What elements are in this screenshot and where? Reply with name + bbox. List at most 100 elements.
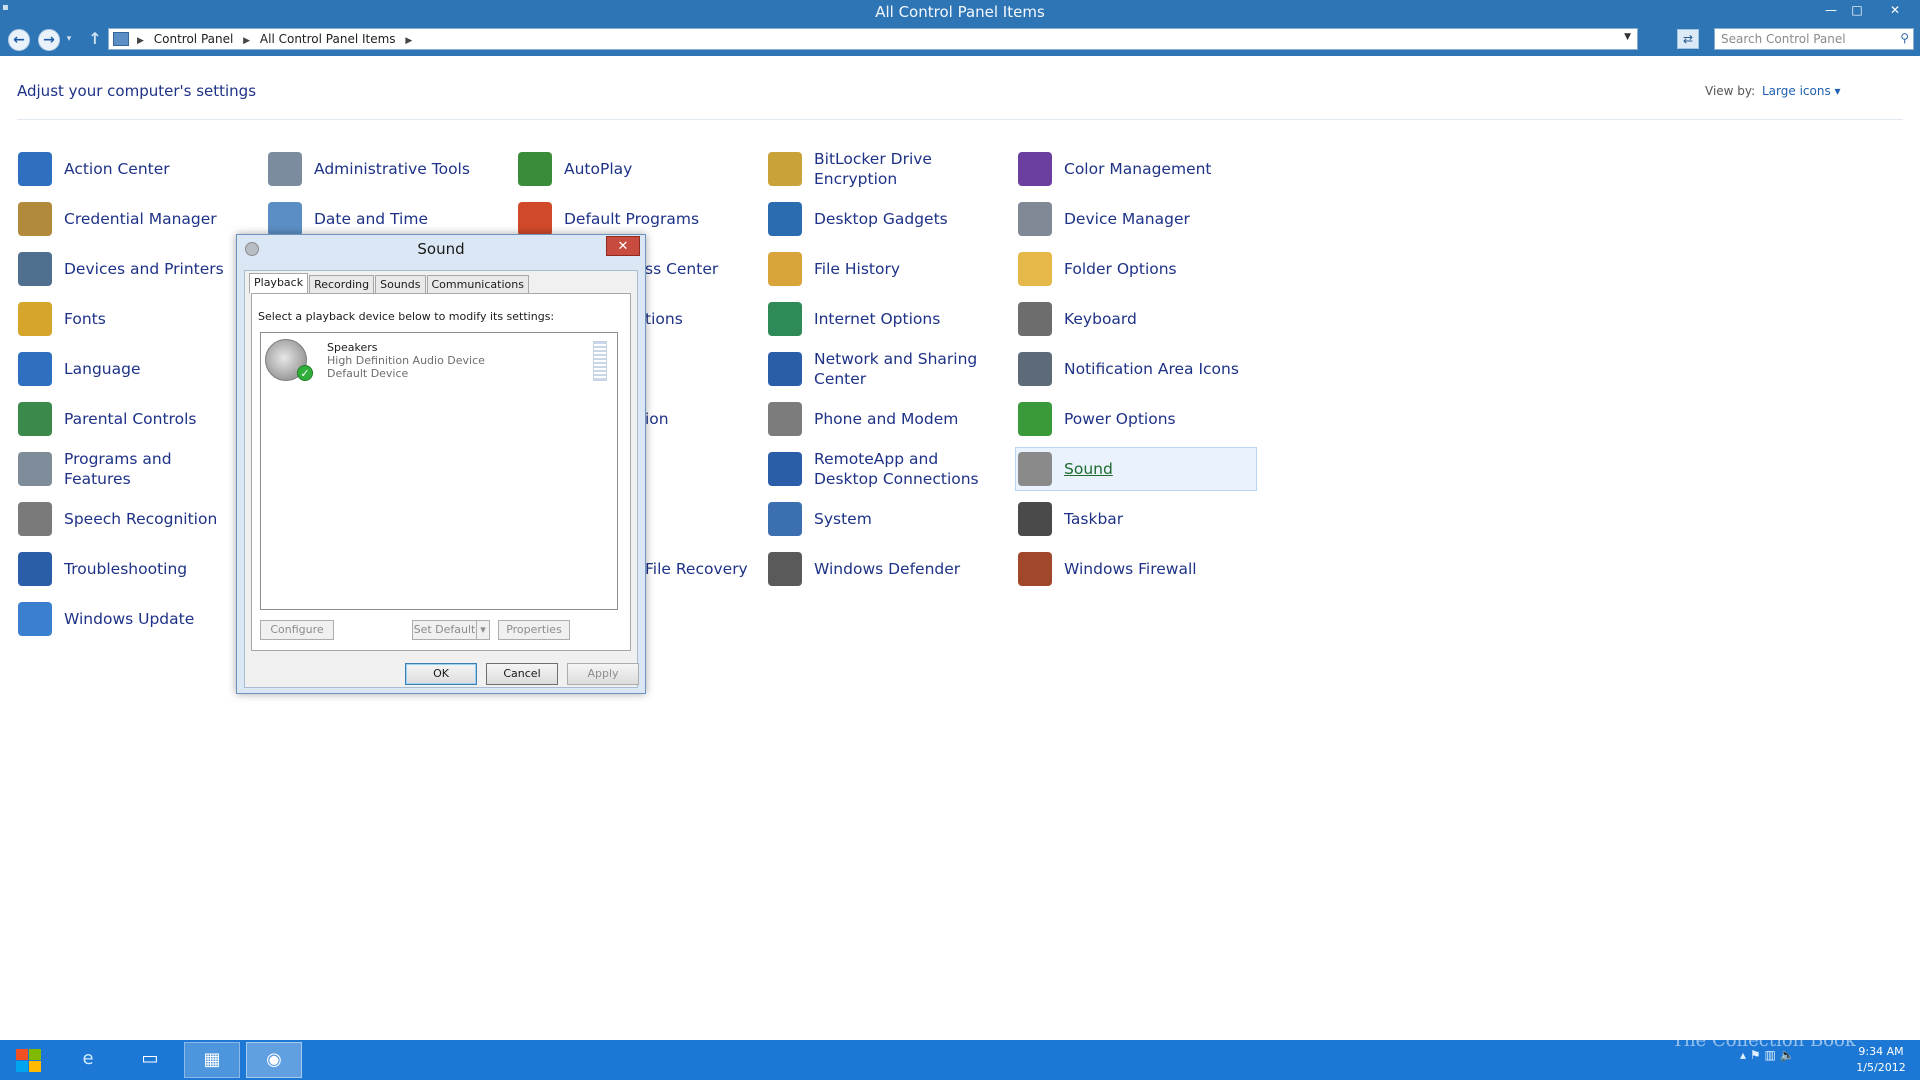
ok-button[interactable]: OK (405, 663, 477, 685)
cp-item-programs-and-features[interactable]: Programs and Features (18, 447, 243, 491)
cp-item-autoplay[interactable]: AutoPlay (518, 147, 743, 191)
device-status: Default Device (327, 367, 409, 380)
title-bar: ▪ All Control Panel Items — □ ✕ (0, 0, 1920, 24)
breadcrumb-separator-icon[interactable]: ▶ (243, 36, 250, 46)
recent-locations-chevron-icon[interactable]: ▾ (64, 34, 74, 44)
configure-button[interactable]: Configure (260, 620, 334, 640)
phone-modem-icon (768, 402, 802, 436)
tab-recording[interactable]: Recording (309, 275, 375, 294)
start-windows-icon[interactable] (10, 1046, 46, 1076)
cp-item-power-options[interactable]: Power Options (1018, 397, 1258, 441)
list-item[interactable]: ✓ Speakers High Definition Audio Device … (263, 335, 615, 387)
cp-item-remoteapp-and-desktop-connections[interactable]: RemoteApp and Desktop Connections (768, 447, 993, 491)
cp-item-action-center[interactable]: Action Center (18, 147, 243, 191)
cp-item-label: Windows Firewall (1064, 560, 1197, 578)
cp-item-label: Taskbar (1064, 510, 1124, 528)
cp-item-label: BitLocker Drive Encryption (814, 150, 932, 188)
cp-item-sound[interactable]: Sound (1015, 447, 1257, 491)
cp-item-label: tions (645, 310, 683, 328)
search-placeholder: Search Control Panel (1721, 32, 1846, 46)
file-history-icon (768, 252, 802, 286)
cp-item-device-manager[interactable]: Device Manager (1018, 197, 1258, 241)
tab-sounds[interactable]: Sounds (375, 275, 426, 294)
dialog-close-button[interactable]: ✕ (606, 236, 640, 256)
breadcrumb-separator-icon[interactable]: ▶ (405, 36, 412, 46)
power-options-icon (1018, 402, 1052, 436)
cp-item-credential-manager[interactable]: Credential Manager (18, 197, 243, 241)
cp-item-parental-controls[interactable]: Parental Controls (18, 397, 243, 441)
cp-item-label: Action Center (64, 160, 170, 178)
cp-item-file-history[interactable]: File History (768, 247, 993, 291)
cp-item-taskbar[interactable]: Taskbar (1018, 497, 1258, 541)
cp-item-folder-options[interactable]: Folder Options (1018, 247, 1258, 291)
cp-item-troubleshooting[interactable]: Troubleshooting (18, 547, 243, 591)
view-by-label: View by: (1705, 84, 1756, 98)
watermark: The Collection Book (1672, 1030, 1856, 1051)
cp-item-internet-options[interactable]: Internet Options (768, 297, 993, 341)
cp-item-phone-and-modem[interactable]: Phone and Modem (768, 397, 993, 441)
folder-options-icon (1018, 252, 1052, 286)
breadcrumb-control-panel[interactable]: Control Panel (154, 32, 234, 46)
internet-explorer-icon[interactable]: e (60, 1042, 116, 1078)
cp-item-fonts[interactable]: Fonts (18, 297, 243, 341)
troubleshooting-icon (18, 552, 52, 586)
cp-item-devices-and-printers[interactable]: Devices and Printers (18, 247, 243, 291)
forward-arrow-icon[interactable]: → (38, 29, 60, 51)
parental-controls-icon (18, 402, 52, 436)
sound-dialog: Sound ✕ Playback Recording Sounds Commun… (236, 234, 646, 694)
address-bar[interactable]: ▶ Control Panel ▶ All Control Panel Item… (108, 28, 1638, 50)
flag-icon (18, 152, 52, 186)
playback-device-list[interactable]: ✓ Speakers High Definition Audio Device … (260, 332, 618, 610)
cp-item-keyboard[interactable]: Keyboard (1018, 297, 1258, 341)
cp-item-windows-defender[interactable]: Windows Defender (768, 547, 993, 591)
calendar-clock-icon (268, 202, 302, 236)
back-arrow-icon[interactable]: ← (8, 29, 30, 51)
tab-playback[interactable]: Playback (249, 273, 309, 294)
cp-item-system[interactable]: System (768, 497, 993, 541)
cp-item-administrative-tools[interactable]: Administrative Tools (268, 147, 493, 191)
default-programs-icon (518, 202, 552, 236)
sound-taskbar-icon[interactable]: ◉ (246, 1042, 302, 1078)
microphone-icon (18, 502, 52, 536)
cp-item-speech-recognition[interactable]: Speech Recognition (18, 497, 243, 541)
cp-item-language[interactable]: Language (18, 347, 243, 391)
cp-item-desktop-gadgets[interactable]: Desktop Gadgets (768, 197, 993, 241)
apply-button[interactable]: Apply (567, 663, 639, 685)
admin-tools-icon (268, 152, 302, 186)
set-default-button[interactable]: Set Default (412, 620, 476, 640)
cp-item-label: Desktop Gadgets (814, 210, 948, 228)
clock[interactable]: 9:34 AM 1/5/2012 (1846, 1044, 1916, 1076)
cancel-button[interactable]: Cancel (486, 663, 558, 685)
cp-item-color-management[interactable]: Color Management (1018, 147, 1258, 191)
notification-area-icon (1018, 352, 1052, 386)
cp-item-network-and-sharing-center[interactable]: Network and Sharing Center (768, 347, 993, 391)
control-panel-taskbar-icon[interactable]: ▦ (184, 1042, 240, 1078)
cp-item-label: File Recovery (645, 560, 748, 578)
refresh-icon[interactable]: ⇄ (1677, 29, 1699, 49)
breadcrumb-all-items[interactable]: All Control Panel Items (260, 32, 396, 46)
close-button[interactable]: ✕ (1878, 2, 1912, 20)
breadcrumb-separator-icon[interactable]: ▶ (137, 36, 144, 46)
cp-item-notification-area-icons[interactable]: Notification Area Icons (1018, 347, 1258, 391)
address-history-dropdown-icon[interactable]: ▼ (1624, 32, 1631, 42)
cp-item-label: Internet Options (814, 310, 941, 328)
view-by-dropdown[interactable]: Large icons ▾ (1762, 84, 1841, 98)
search-input[interactable]: Search Control Panel ⚲ (1714, 28, 1914, 50)
search-icon[interactable]: ⚲ (1900, 31, 1909, 45)
cp-item-label: Credential Manager (64, 210, 217, 228)
clock-date: 1/5/2012 (1856, 1061, 1906, 1074)
cp-item-windows-update[interactable]: Windows Update (18, 597, 243, 641)
set-default-dropdown-icon[interactable]: ▾ (476, 620, 490, 640)
up-arrow-icon[interactable]: ↑ (84, 29, 106, 51)
tab-communications[interactable]: Communications (426, 275, 529, 294)
dialog-title: Sound (417, 240, 465, 258)
maximize-button[interactable]: □ (1846, 2, 1868, 20)
minimize-button[interactable]: — (1820, 2, 1842, 20)
cp-item-bitlocker-drive-encryption[interactable]: BitLocker Drive Encryption (768, 147, 993, 191)
properties-button[interactable]: Properties (498, 620, 570, 640)
file-explorer-icon[interactable]: ▭ (122, 1042, 178, 1078)
breadcrumb: ▶ Control Panel ▶ All Control Panel Item… (137, 32, 418, 46)
autoplay-icon (518, 152, 552, 186)
cp-item-windows-firewall[interactable]: Windows Firewall (1018, 547, 1258, 591)
network-icon (768, 352, 802, 386)
